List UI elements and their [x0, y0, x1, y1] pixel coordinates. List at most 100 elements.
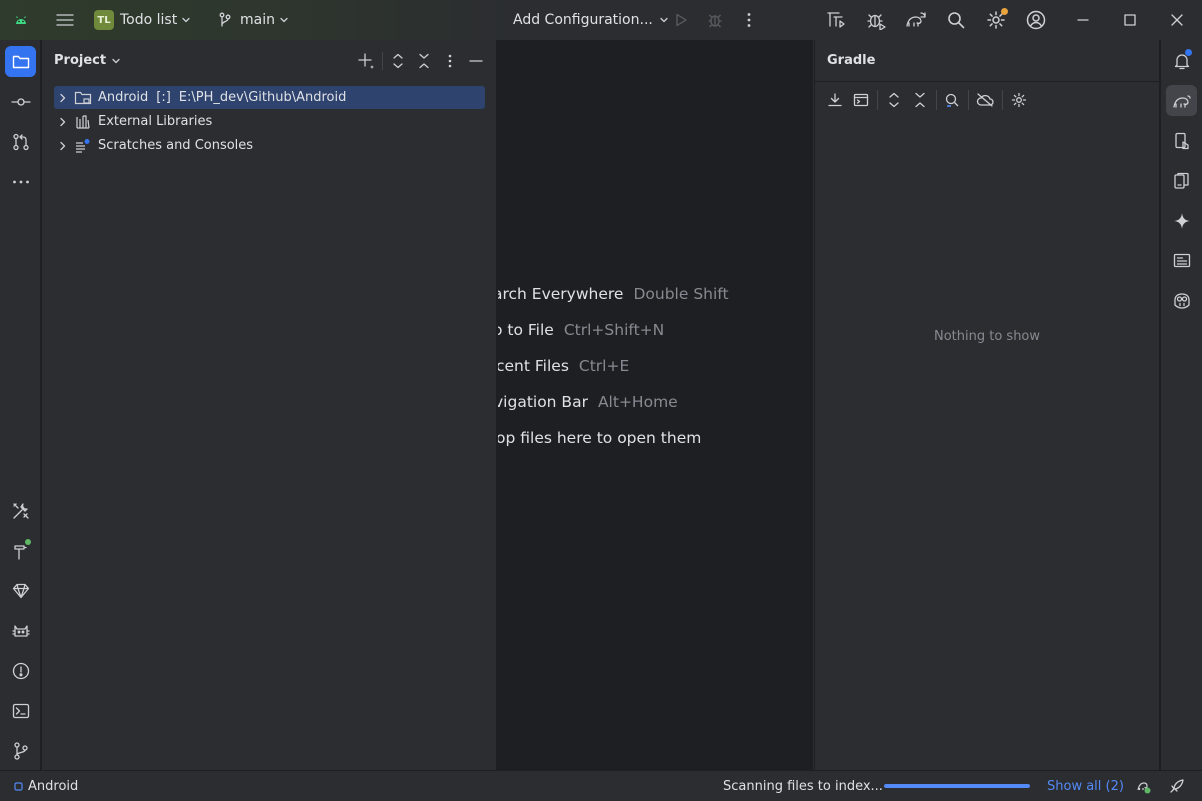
account-button[interactable]	[1021, 0, 1051, 40]
maximize-button[interactable]	[1115, 0, 1145, 40]
background-task[interactable]: Scanning files to index...	[723, 771, 883, 801]
hint-recent-files: cent Files Ctrl+E	[498, 357, 629, 375]
run-config-label: Add Configuration...	[513, 12, 653, 28]
branch-name: main	[240, 12, 275, 28]
analyze-dependencies-button[interactable]	[941, 89, 963, 111]
chevron-down-icon	[280, 17, 288, 23]
project-tool-window: Project Android [:] E:\PH_dev\Github\And…	[42, 40, 497, 770]
gemini-icon	[1173, 212, 1190, 229]
collapse-all-button[interactable]	[413, 50, 435, 72]
run-configuration-selector[interactable]: Add Configuration...	[513, 0, 669, 40]
offline-mode-button[interactable]	[974, 89, 996, 111]
project-panel-title: Project	[54, 53, 107, 68]
hide-panel-button[interactable]	[465, 50, 487, 72]
project-view-selector[interactable]: Project	[54, 53, 121, 68]
pull-requests-tool-button[interactable]	[5, 126, 36, 157]
run-icon	[666, 5, 696, 35]
search-everywhere-button[interactable]	[941, 0, 971, 40]
close-button[interactable]	[1162, 0, 1192, 40]
gradle-settings-button[interactable]	[1008, 89, 1030, 111]
notification-dot	[1185, 49, 1192, 56]
hint-shortcut: Double Shift	[633, 285, 729, 303]
expand-all-button[interactable]	[883, 89, 905, 111]
collapse-all-button[interactable]	[909, 89, 931, 111]
android-logo-icon	[14, 0, 28, 40]
close-icon	[1162, 5, 1192, 35]
copilot-icon	[1173, 292, 1190, 309]
build-tool-button[interactable]	[5, 535, 36, 566]
debug-button[interactable]	[700, 0, 730, 40]
module-marker: [:]	[156, 90, 171, 105]
chevron-right-icon	[60, 141, 66, 150]
execute-task-button[interactable]	[850, 89, 872, 111]
hint-action: o to File	[498, 321, 554, 339]
show-all-tasks-link[interactable]: Show all (2)	[1047, 771, 1124, 801]
device-manager-tool-button[interactable]	[1166, 125, 1197, 156]
gear-icon	[981, 5, 1011, 35]
run-button[interactable]	[666, 0, 696, 40]
more-actions-button[interactable]	[734, 0, 764, 40]
main-menu-button[interactable]	[50, 0, 80, 40]
terminal-tool-button[interactable]	[5, 695, 36, 726]
version-control-tool-button[interactable]	[5, 735, 36, 766]
gradle-icon	[1172, 94, 1191, 108]
expand-all-button[interactable]	[387, 50, 409, 72]
sync-status-indicator[interactable]	[1135, 771, 1151, 801]
rocket-icon	[1170, 779, 1184, 793]
project-tool-button[interactable]	[5, 46, 36, 77]
ai-assistant-status[interactable]	[1169, 771, 1185, 801]
left-tool-window-bar	[0, 40, 41, 770]
minimize-button[interactable]	[1068, 0, 1098, 40]
hint-shortcut: Ctrl+Shift+N	[563, 321, 665, 339]
minimize-icon	[1068, 5, 1098, 35]
gradle-tool-button[interactable]	[1166, 85, 1197, 116]
device-explorer-icon	[1173, 253, 1190, 267]
running-devices-tool-button[interactable]	[1166, 165, 1197, 196]
gem-tool-button[interactable]	[5, 575, 36, 606]
problems-tool-button[interactable]	[5, 655, 36, 686]
commit-tool-button[interactable]	[5, 86, 36, 117]
divider	[815, 81, 1159, 82]
build-variants-tool-button[interactable]	[5, 495, 36, 526]
more-icon	[12, 180, 29, 183]
options-button[interactable]	[439, 50, 461, 72]
gear-icon	[1011, 92, 1027, 108]
empty-state-text: Nothing to show	[933, 329, 1041, 344]
tree-item-android[interactable]: Android [:] E:\PH_dev\Github\Android	[54, 86, 485, 109]
device-explorer-tool-button[interactable]	[1166, 245, 1197, 276]
tree-item-label: Scratches and Consoles	[98, 138, 254, 153]
hint-action: arch Everywhere	[498, 285, 624, 303]
apply-changes-button[interactable]	[821, 0, 851, 40]
right-tool-window-bar	[1160, 40, 1202, 770]
branch-switcher[interactable]: main	[218, 0, 289, 40]
gradle-panel-title: Gradle	[827, 53, 876, 68]
update-dot	[1001, 8, 1008, 15]
attach-debugger-button[interactable]	[861, 0, 891, 40]
search-icon	[941, 5, 971, 35]
copilot-tool-button[interactable]	[1166, 285, 1197, 316]
breadcrumb[interactable]: Android	[14, 771, 78, 801]
expand-all-icon	[889, 92, 899, 108]
hint-action: vigation Bar	[498, 393, 588, 411]
notifications-tool-button[interactable]	[1166, 45, 1197, 76]
logcat-tool-button[interactable]	[5, 615, 36, 646]
tree-item-scratches[interactable]: Scratches and Consoles	[54, 134, 485, 157]
library-icon	[76, 114, 90, 129]
download-sources-button[interactable]	[824, 89, 846, 111]
gemini-tool-button[interactable]	[1166, 205, 1197, 236]
bug-icon	[700, 5, 730, 35]
more-tools-button[interactable]	[5, 166, 36, 197]
toolbar-separator	[877, 90, 878, 110]
status-bar: Android Scanning files to index... Show …	[0, 770, 1202, 801]
download-icon	[828, 93, 842, 107]
title-bar: TL Todo list main Add Configuration...	[0, 0, 1202, 40]
tree-item-label: External Libraries	[98, 114, 213, 129]
tree-item-external-libraries[interactable]: External Libraries	[54, 110, 485, 133]
gradle-sync-button[interactable]	[901, 0, 931, 40]
expand-all-icon	[393, 53, 403, 69]
new-file-button[interactable]	[355, 50, 377, 72]
project-switcher[interactable]: TL Todo list	[94, 0, 191, 40]
settings-button[interactable]	[981, 0, 1011, 40]
chevron-down-icon	[112, 58, 120, 63]
pull-requests-icon	[12, 133, 29, 150]
